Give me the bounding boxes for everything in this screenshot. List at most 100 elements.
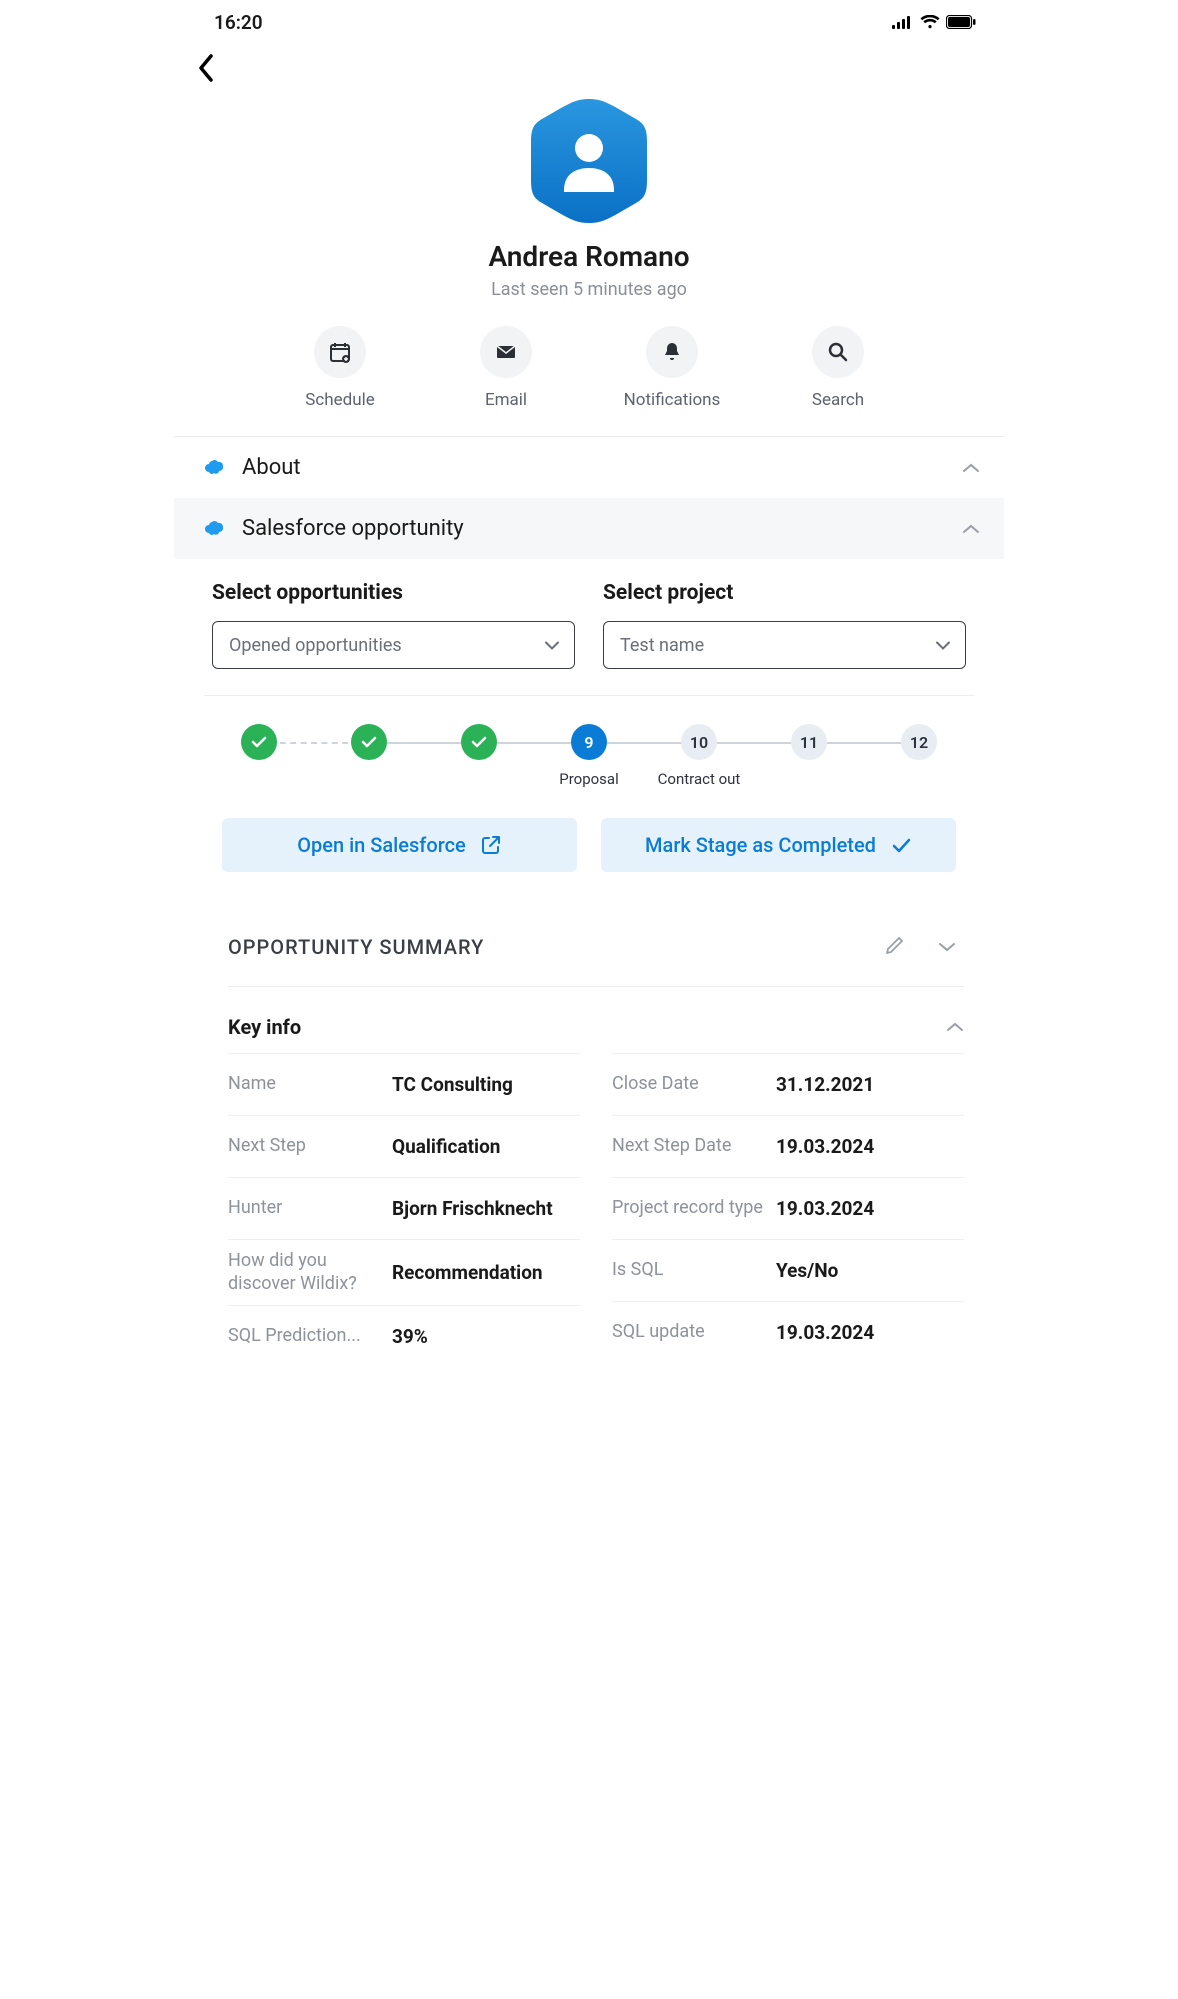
kv-value: Recommendation bbox=[392, 1261, 580, 1284]
stage-progress: 9 Proposal 10 Contract out 11 12 bbox=[174, 696, 1004, 810]
search-icon bbox=[826, 340, 850, 364]
select-opportunities-label: Select opportunities bbox=[212, 581, 575, 605]
opportunity-summary-title: OPPORTUNITY SUMMARY bbox=[228, 935, 860, 959]
select-project[interactable]: Test name bbox=[603, 621, 966, 669]
kv-value: 19.03.2024 bbox=[776, 1197, 964, 1220]
select-project-label: Select project bbox=[603, 581, 966, 605]
kv-label: Name bbox=[228, 1073, 392, 1096]
salesforce-icon bbox=[204, 459, 228, 477]
check-icon bbox=[360, 733, 378, 751]
kv-row: HunterBjorn Frischknecht bbox=[228, 1177, 580, 1239]
chevron-down-icon bbox=[938, 941, 956, 953]
kv-value: 39% bbox=[392, 1325, 580, 1348]
chevron-left-icon bbox=[197, 54, 215, 82]
stage-done[interactable] bbox=[461, 724, 497, 760]
kv-label: Close Date bbox=[612, 1073, 776, 1096]
kv-label: Is SQL bbox=[612, 1259, 776, 1282]
check-icon bbox=[250, 733, 268, 751]
pencil-icon bbox=[884, 934, 906, 956]
edit-button[interactable] bbox=[876, 926, 914, 968]
stage-number: 12 bbox=[910, 733, 928, 752]
summary-collapse[interactable] bbox=[930, 930, 964, 965]
kv-row: Next StepQualification bbox=[228, 1115, 580, 1177]
schedule-action[interactable]: Schedule bbox=[285, 326, 395, 410]
notifications-action[interactable]: Notifications bbox=[617, 326, 727, 410]
kv-row: Close Date31.12.2021 bbox=[612, 1053, 964, 1115]
about-accordion[interactable]: About bbox=[174, 437, 1004, 498]
chevron-down-icon bbox=[544, 635, 560, 656]
status-indicators bbox=[892, 15, 976, 29]
open-in-salesforce-label: Open in Salesforce bbox=[297, 833, 465, 857]
kv-label: SQL update bbox=[612, 1321, 776, 1344]
kv-value: Bjorn Frischknecht bbox=[392, 1197, 580, 1220]
key-info-right-col: Close Date31.12.2021 Next Step Date19.03… bbox=[612, 1053, 964, 1367]
open-in-salesforce-button[interactable]: Open in Salesforce bbox=[222, 818, 577, 872]
external-link-icon bbox=[480, 834, 502, 856]
kv-value: 31.12.2021 bbox=[776, 1073, 964, 1096]
calendar-icon bbox=[328, 340, 352, 364]
salesforce-opportunity-title: Salesforce opportunity bbox=[242, 516, 948, 541]
kv-label: Next Step bbox=[228, 1135, 392, 1158]
chevron-up-icon bbox=[962, 516, 980, 541]
check-icon bbox=[470, 733, 488, 751]
search-label: Search bbox=[812, 390, 864, 410]
kv-value: TC Consulting bbox=[392, 1073, 580, 1096]
key-info-left-col: NameTC Consulting Next StepQualification… bbox=[228, 1053, 580, 1367]
stage-number: 10 bbox=[690, 733, 708, 752]
stage-caption-contract-out: Contract out bbox=[658, 770, 741, 788]
check-icon bbox=[890, 834, 912, 856]
stage-done[interactable] bbox=[351, 724, 387, 760]
chevron-up-icon bbox=[946, 1021, 964, 1033]
about-title: About bbox=[242, 455, 948, 480]
notifications-label: Notifications bbox=[624, 390, 721, 410]
search-action[interactable]: Search bbox=[783, 326, 893, 410]
wifi-icon bbox=[920, 15, 940, 29]
kv-value: 19.03.2024 bbox=[776, 1321, 964, 1344]
kv-row: Is SQLYes/No bbox=[612, 1239, 964, 1301]
kv-row: SQL Prediction...39% bbox=[228, 1305, 580, 1367]
select-project-value: Test name bbox=[620, 635, 704, 656]
status-bar: 16:20 bbox=[174, 0, 1004, 44]
stage-current[interactable]: 9 bbox=[571, 724, 607, 760]
stage-done[interactable] bbox=[241, 724, 277, 760]
email-icon bbox=[494, 340, 518, 364]
stage-future[interactable]: 12 bbox=[901, 724, 937, 760]
stage-number: 11 bbox=[800, 733, 818, 752]
kv-label: Project record type bbox=[612, 1197, 776, 1220]
stage-caption-proposal: Proposal bbox=[559, 770, 618, 788]
kv-label: Next Step Date bbox=[612, 1135, 776, 1158]
kv-value: 19.03.2024 bbox=[776, 1135, 964, 1158]
email-action[interactable]: Email bbox=[451, 326, 561, 410]
schedule-label: Schedule bbox=[305, 390, 374, 410]
mark-stage-completed-label: Mark Stage as Completed bbox=[645, 833, 876, 857]
stage-number: 9 bbox=[584, 733, 593, 752]
kv-label: SQL Prediction... bbox=[228, 1325, 392, 1348]
kv-row: SQL update19.03.2024 bbox=[612, 1301, 964, 1363]
stage-future[interactable]: 11 bbox=[791, 724, 827, 760]
signal-icon bbox=[892, 15, 914, 29]
key-info-title: Key info bbox=[228, 1015, 946, 1039]
kv-label: How did you discover Wildix? bbox=[228, 1250, 392, 1295]
kv-row: How did you discover Wildix?Recommendati… bbox=[228, 1239, 580, 1305]
select-opportunities-value: Opened opportunities bbox=[229, 635, 402, 656]
kv-row: Next Step Date19.03.2024 bbox=[612, 1115, 964, 1177]
mark-stage-completed-button[interactable]: Mark Stage as Completed bbox=[601, 818, 956, 872]
stage-future[interactable]: 10 bbox=[681, 724, 717, 760]
back-button[interactable] bbox=[186, 48, 226, 88]
salesforce-icon bbox=[204, 520, 228, 538]
email-label: Email bbox=[485, 390, 527, 410]
kv-label: Hunter bbox=[228, 1197, 392, 1220]
kv-row: NameTC Consulting bbox=[228, 1053, 580, 1115]
avatar bbox=[528, 96, 650, 226]
kv-row: Project record type19.03.2024 bbox=[612, 1177, 964, 1239]
chevron-down-icon bbox=[935, 635, 951, 656]
salesforce-opportunity-accordion[interactable]: Salesforce opportunity bbox=[174, 498, 1004, 559]
last-seen: Last seen 5 minutes ago bbox=[174, 279, 1004, 300]
key-info-collapse[interactable] bbox=[946, 1018, 964, 1037]
bell-icon bbox=[660, 340, 684, 364]
kv-value: Qualification bbox=[392, 1135, 580, 1158]
select-opportunities[interactable]: Opened opportunities bbox=[212, 621, 575, 669]
contact-name: Andrea Romano bbox=[174, 240, 1004, 273]
kv-value: Yes/No bbox=[776, 1259, 964, 1282]
battery-icon bbox=[946, 15, 976, 29]
